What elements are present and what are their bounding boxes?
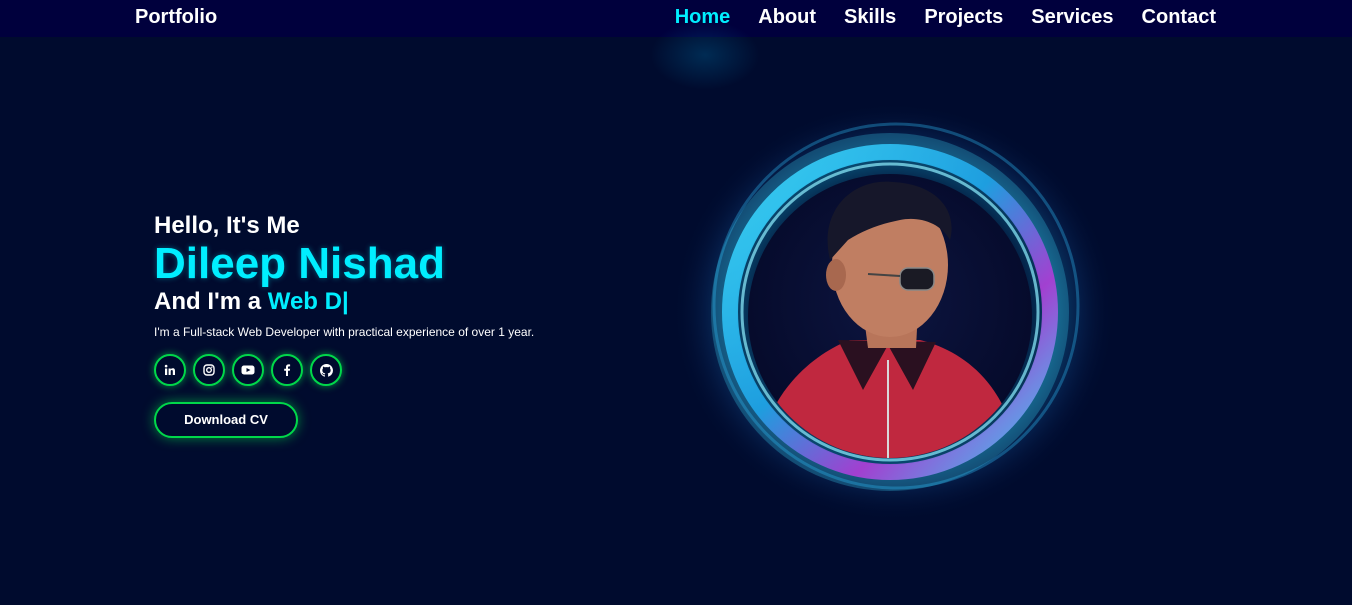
linkedin-icon[interactable] [154,354,186,386]
hero-name: Dileep Nishad [154,239,445,288]
hero-greeting: Hello, It's Me [154,212,300,239]
navbar: Portfolio Home About Skills Projects Ser… [0,0,1352,37]
nav-link-home[interactable]: Home [675,6,731,29]
nav-link-contact[interactable]: Contact [1142,6,1216,29]
nav-links: Home About Skills Projects Services Cont… [675,6,1216,29]
logo[interactable]: Portfolio [135,6,217,29]
nav-link-about[interactable]: About [758,6,816,29]
nav-link-services[interactable]: Services [1031,6,1113,29]
hero-role-prefix: And I'm a [154,288,268,315]
github-icon[interactable] [310,354,342,386]
nav-link-projects[interactable]: Projects [924,6,1003,29]
hero-role: And I'm a Web D| [154,288,544,316]
nav-link-skills[interactable]: Skills [844,6,896,29]
youtube-icon[interactable] [232,354,264,386]
hero-bio: I'm a Full-stack Web Developer with prac… [154,325,535,339]
social-links [154,354,544,386]
hero-content: Hello, It's Me Dileep Nishad And I'm a W… [154,212,544,438]
profile-portrait [668,90,1128,530]
facebook-icon[interactable] [271,354,303,386]
download-cv-button[interactable]: Download CV [154,402,298,438]
instagram-icon[interactable] [193,354,225,386]
hero-role-typed: Web D| [267,288,349,315]
